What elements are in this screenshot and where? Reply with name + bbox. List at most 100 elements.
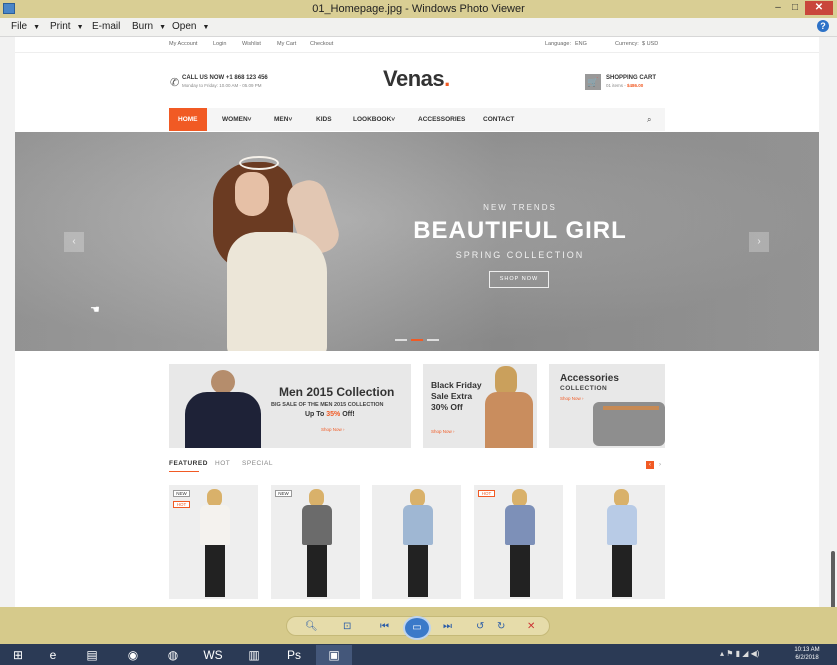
promo-girl-coat	[485, 392, 533, 448]
photoshop-icon[interactable]: Ps	[276, 645, 312, 665]
chevron-down-icon: ▼	[202, 24, 210, 31]
promo-men-sub: BIG SALE OF THE MEN 2015 COLLECTION	[271, 402, 384, 408]
tab-featured: FEATURED	[169, 460, 208, 467]
product-tabs: FEATURED HOT SPECIAL ‹ ›	[169, 460, 665, 474]
model-legs	[510, 545, 530, 597]
hero-next-arrow: ›	[749, 232, 769, 252]
previous-icon[interactable]: ⏮	[380, 621, 389, 632]
offer-percent: 35%	[326, 411, 341, 418]
currency-value: $ USD	[642, 41, 659, 47]
hand-cursor-icon: ☚	[90, 304, 100, 316]
menu-burn-label: Burn	[132, 21, 154, 32]
nav-contact: CONTACT	[483, 116, 515, 123]
tab-hot: HOT	[215, 460, 231, 467]
nav-home: HOME	[169, 108, 207, 131]
promo-girl-image	[481, 366, 537, 448]
nav-accessories: ACCESSORIES	[418, 116, 466, 123]
phone-icon: ✆	[170, 77, 180, 89]
actual-size-icon[interactable]: ⊡	[343, 621, 351, 632]
site-top-links: My Account Login Wishlist My Cart Checko…	[15, 37, 819, 53]
product-card	[372, 485, 461, 599]
bag-zipper	[603, 406, 659, 410]
model-top	[302, 505, 332, 545]
webstorm-icon[interactable]: WS	[195, 645, 231, 665]
clock-date: 6/2/2018	[795, 655, 819, 661]
promo-accessories: Accessories COLLECTION Shop Now ›	[549, 364, 665, 448]
model-top	[200, 505, 230, 545]
chevron-down-icon: ˅	[247, 116, 252, 123]
nav-kids: KIDS	[316, 116, 332, 123]
close-button[interactable]: ✕	[805, 1, 833, 15]
rotate-cw-icon[interactable]: ↻	[497, 621, 505, 632]
menu-file[interactable]: File ▼	[11, 21, 40, 32]
language-label: Language:	[545, 41, 571, 47]
product-badge: HOT	[478, 490, 495, 497]
tab-special: SPECIAL	[242, 460, 273, 467]
menu-open-label: Open	[172, 21, 197, 32]
product-card: HOT	[474, 485, 563, 599]
taskbar: ⊞ e ▤ ◉ ◍ WS ▥ Ps ▣ ▴ ⚑ ▮ ◢ ◀) 10:13 AM 6…	[0, 644, 837, 665]
promo-black-friday-link: Shop Now ›	[431, 429, 455, 434]
promo-men-collection: Men 2015 Collection BIG SALE OF THE MEN …	[169, 364, 411, 448]
delete-icon[interactable]: ✕	[527, 621, 535, 632]
slideshow-button[interactable]: ▭	[403, 616, 431, 640]
hero-banner: ‹ › NEW TRENDS BEAUTIFUL GIRL SPRING COL…	[15, 132, 819, 351]
hero-dot	[427, 339, 439, 341]
help-icon[interactable]: ?	[817, 20, 829, 32]
chevron-down-icon: ▼	[76, 24, 84, 31]
product-model-image	[198, 489, 232, 599]
cart-items: 01 items -	[606, 83, 628, 88]
hero-prev-arrow: ‹	[64, 232, 84, 252]
chevron-left-icon: ‹	[646, 461, 654, 469]
chevron-down-icon: ▼	[33, 24, 41, 31]
hero-model-image	[205, 150, 375, 351]
cart-total: $486.00	[627, 83, 644, 88]
model-legs	[612, 545, 632, 597]
homepage-image: My Account Login Wishlist My Cart Checko…	[15, 37, 819, 607]
notepad-icon[interactable]: ▥	[236, 645, 272, 665]
promo-black-friday: Black Friday Sale Extra 30% Off Shop Now…	[423, 364, 537, 448]
toplink-wishlist: Wishlist	[242, 41, 261, 47]
promo-bag-image	[593, 402, 665, 446]
offer-pre: Up To	[305, 411, 327, 418]
currency-label: Currency:	[615, 41, 639, 47]
menu-bar: File ▼ Print ▼ E-mail Burn ▼ Open ▼ ?	[0, 18, 837, 37]
menu-file-label: File	[11, 21, 28, 32]
nav-women: WOMEN˅	[222, 108, 251, 131]
offer-post: Off!	[340, 411, 355, 418]
hero-subheadline: SPRING COLLECTION	[455, 250, 585, 260]
windows-start-icon[interactable]: ⊞	[0, 645, 36, 665]
clock[interactable]: 10:13 AM 6/2/2018	[782, 646, 832, 662]
chrome-icon[interactable]: ◉	[115, 645, 151, 665]
tab-underline	[169, 471, 199, 472]
firefox-icon[interactable]: ◍	[155, 645, 191, 665]
hero-shop-now: SHOP NOW	[489, 271, 549, 288]
nav-men-label: MEN	[274, 116, 289, 123]
minimize-button[interactable]: –	[770, 1, 786, 15]
internet-explorer-icon[interactable]: e	[35, 645, 71, 665]
promo-men-link: Shop Now ›	[321, 427, 345, 432]
zoom-icon[interactable]: 🔍︎	[305, 621, 318, 632]
nav-women-label: WOMEN	[222, 116, 248, 123]
site-nav: HOME WOMEN˅ MEN ˅ KIDS LOOKBOOK˅ ACCESSOR…	[169, 108, 665, 131]
model-top	[505, 505, 535, 545]
rotate-ccw-icon[interactable]: ↺	[476, 621, 484, 632]
next-icon[interactable]: ⏭	[443, 621, 452, 632]
promo-men-title: Men 2015 Collection	[279, 385, 395, 399]
file-explorer-icon[interactable]: ▤	[74, 645, 110, 665]
menu-burn[interactable]: Burn ▼	[132, 21, 166, 32]
promo-men-offer: Up To 35% Off!	[305, 411, 355, 418]
maximize-button[interactable]: □	[788, 1, 802, 15]
cart-title: SHOPPING CART	[606, 75, 657, 81]
photo-viewer-task-icon[interactable]: ▣	[316, 645, 352, 665]
logo-dot: .	[444, 66, 450, 91]
promo-accessories-sub: COLLECTION	[560, 385, 608, 392]
menu-print[interactable]: Print ▼	[50, 21, 84, 32]
model-top	[403, 505, 433, 545]
hero-dot	[395, 339, 407, 341]
nav-lookbook: LOOKBOOK˅	[353, 108, 395, 131]
promo-man-image	[177, 370, 269, 448]
menu-open[interactable]: Open ▼	[172, 21, 209, 32]
menu-email[interactable]: E-mail	[92, 21, 120, 32]
menu-email-label: E-mail	[92, 21, 121, 32]
